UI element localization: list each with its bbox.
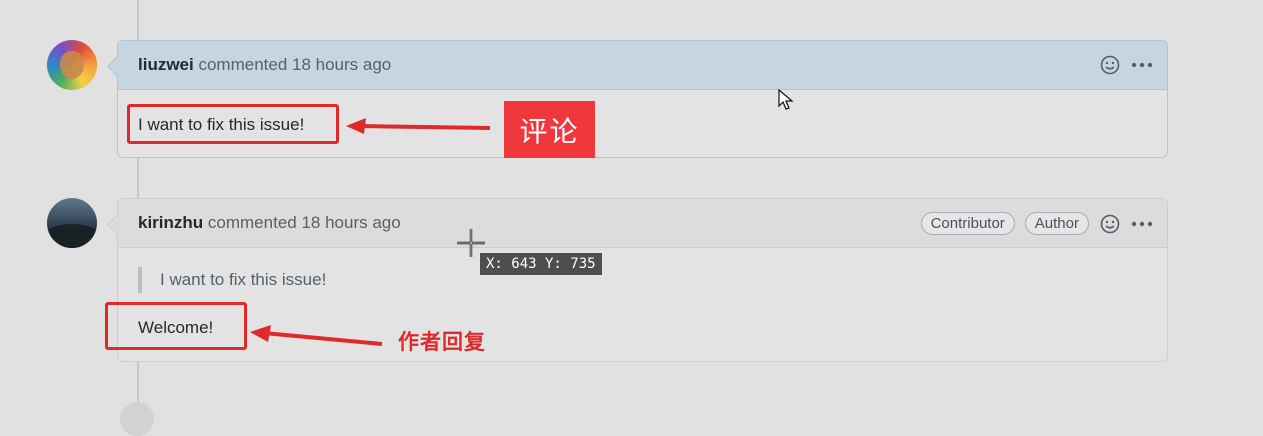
comment-author[interactable]: liuzwei xyxy=(138,55,194,74)
contributor-badge: Contributor xyxy=(920,212,1015,235)
arrow-icon xyxy=(346,118,491,134)
author-badge: Author xyxy=(1024,212,1089,235)
comment-timestamp[interactable]: commented 18 hours ago xyxy=(208,213,401,232)
highlight-box xyxy=(127,104,339,144)
comment-callout: 评论 xyxy=(504,101,595,158)
avatar[interactable] xyxy=(47,198,97,248)
highlight-box xyxy=(105,302,247,350)
comment-header: kirinzhu commented 18 hours ago Contribu… xyxy=(118,199,1167,248)
kebab-menu-icon[interactable] xyxy=(1131,54,1153,76)
mouse-pointer-icon xyxy=(778,89,794,110)
comment-author[interactable]: kirinzhu xyxy=(138,213,203,232)
avatar[interactable] xyxy=(47,40,97,90)
kebab-menu-icon[interactable] xyxy=(1131,213,1153,235)
quoted-reply: I want to fix this issue! xyxy=(138,267,326,293)
author-reply-callout: 作者回复 xyxy=(398,330,486,354)
coordinate-readout: X: 643 Y: 735 xyxy=(480,253,602,275)
smiley-icon[interactable] xyxy=(1099,213,1121,235)
arrow-icon xyxy=(250,325,383,346)
comment-timestamp[interactable]: commented 18 hours ago xyxy=(198,55,391,74)
smiley-icon[interactable] xyxy=(1099,54,1121,76)
comment-header: liuzwei commented 18 hours ago xyxy=(118,41,1167,90)
avatar[interactable] xyxy=(120,402,154,436)
